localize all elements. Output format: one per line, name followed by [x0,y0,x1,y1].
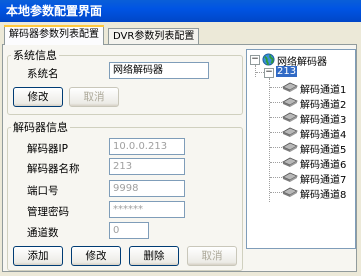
decoder-name-label: 解码器名称 [27,163,80,175]
decoder-modify-button[interactable]: 修改 [71,246,121,266]
decoder-channel-icon [282,82,298,92]
port-input[interactable]: 9998 [109,180,185,197]
tree-channel-item[interactable]: 解码通道7 [300,171,346,186]
system-name-input[interactable]: 网络解码器 [109,62,209,79]
decoder-channel-icon [282,127,298,137]
tree-channel-item[interactable]: 解码通道2 [300,96,346,111]
delete-button[interactable]: 删除 [129,246,179,266]
tree-decoder-node[interactable]: 213 [276,66,298,77]
decoder-channel-icon [282,187,298,197]
system-name-label: 系统名 [27,68,59,80]
decoder-collapse-toggle[interactable]: − [264,68,274,78]
decoder-channel-icon [282,142,298,152]
port-label: 端口号 [27,185,59,197]
decoder-tree[interactable]: − 网络解码器 − 213 解码通道1 解码通道2 解码通道3 解码通道4 解码… [246,49,356,249]
tab-decoder-params[interactable]: 解码器参数列表配置 [4,25,104,45]
globe-icon [262,53,275,66]
system-info-legend: 系统信息 [13,49,57,62]
add-button[interactable]: 添加 [13,246,63,266]
tree-channel-item[interactable]: 解码通道4 [300,126,346,141]
tree-channel-item[interactable]: 解码通道6 [300,156,346,171]
tree-channel-item[interactable]: 解码通道3 [300,111,346,126]
decoder-name-input[interactable]: 213 [109,158,185,175]
tab-dvr-params[interactable]: DVR参数列表配置 [108,28,200,45]
system-modify-button[interactable]: 修改 [13,87,63,107]
tree-channel-item[interactable]: 解码通道1 [300,81,346,96]
decoder-channel-icon [282,112,298,122]
tree-channel-item[interactable]: 解码通道8 [300,186,346,201]
decoder-channel-icon [282,97,298,107]
decoder-info-legend: 解码器信息 [13,121,68,134]
channel-count-input[interactable]: 0 [109,222,149,239]
decoder-ip-label: 解码器IP [27,143,68,155]
system-cancel-button[interactable]: 取消 [69,87,119,107]
decoder-channel-icon [282,172,298,182]
admin-password-label: 管理密码 [27,206,69,218]
root-collapse-toggle[interactable]: − [250,55,260,65]
decoder-ip-input[interactable]: 10.0.0.213 [109,138,185,155]
decoder-channel-icon [282,157,298,167]
config-window: 本地参数配置界面 解码器参数列表配置 DVR参数列表配置 系统信息 系统名 网络… [0,0,361,276]
admin-password-input[interactable]: ****** [109,201,185,218]
tree-channel-item[interactable]: 解码通道5 [300,141,346,156]
channel-count-label: 通道数 [27,227,59,239]
window-title: 本地参数配置界面 [0,0,361,22]
decoder-cancel-button[interactable]: 取消 [187,246,237,266]
